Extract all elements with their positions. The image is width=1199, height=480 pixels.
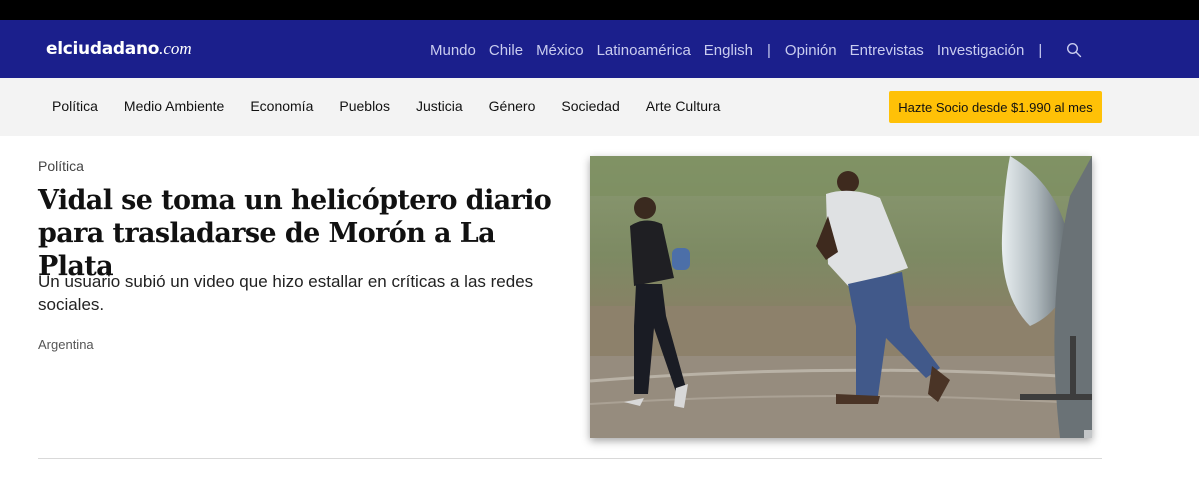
section-divider — [38, 458, 1102, 459]
nav-separator: | — [767, 41, 771, 59]
category-link-medio-ambiente[interactable]: Medio Ambiente — [124, 98, 224, 114]
nav-link-mundo[interactable]: Mundo — [430, 42, 476, 59]
nav-link-chile[interactable]: Chile — [489, 42, 523, 59]
article-lede: Un usuario subió un video que hizo estal… — [38, 272, 534, 314]
site-logo[interactable]: elciudadano.com — [46, 38, 192, 60]
nav-link-latinoamerica[interactable]: Latinoamérica — [597, 42, 691, 59]
article-section[interactable]: Política — [38, 158, 84, 174]
article-photo[interactable] — [590, 156, 1092, 438]
nav-link-investigacion[interactable]: Investigación — [937, 42, 1025, 59]
category-link-politica[interactable]: Política — [52, 98, 98, 114]
article-title[interactable]: Vidal se toma un helicóptero diario para… — [38, 184, 558, 283]
search-icon[interactable] — [1066, 42, 1082, 58]
subscribe-button[interactable]: Hazte Socio desde $1.990 al mes — [889, 91, 1102, 123]
category-link-sociedad[interactable]: Sociedad — [561, 98, 619, 114]
category-link-genero[interactable]: Género — [489, 98, 536, 114]
logo-tld: .com — [159, 39, 192, 58]
primary-nav: Mundo Chile México Latinoamérica English… — [430, 39, 1082, 61]
main-navigation: elciudadano.com Mundo Chile México Latin… — [0, 20, 1199, 78]
category-link-justicia[interactable]: Justicia — [416, 98, 463, 114]
logo-brand: elciudadano — [46, 39, 160, 59]
category-nav: Política Medio Ambiente Economía Pueblos… — [52, 98, 746, 114]
nav-link-opinion[interactable]: Opinión — [785, 42, 837, 59]
category-link-arte-cultura[interactable]: Arte Cultura — [646, 98, 721, 114]
top-strip — [0, 0, 1199, 20]
category-link-pueblos[interactable]: Pueblos — [339, 98, 390, 114]
category-link-economia[interactable]: Economía — [250, 98, 313, 114]
article-tag[interactable]: Argentina — [38, 337, 94, 352]
nav-link-english[interactable]: English — [704, 42, 753, 59]
nav-link-mexico[interactable]: México — [536, 42, 584, 59]
category-bar: Política Medio Ambiente Economía Pueblos… — [0, 78, 1199, 136]
nav-link-entrevistas[interactable]: Entrevistas — [850, 42, 924, 59]
nav-separator: | — [1038, 41, 1043, 59]
